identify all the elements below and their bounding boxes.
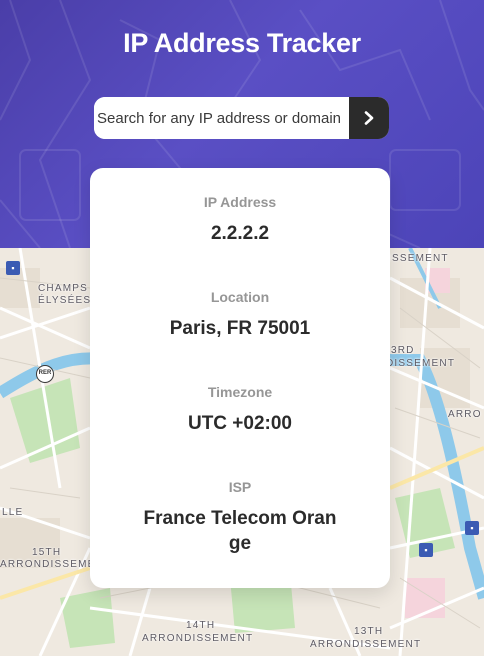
map-label-3rd-arrondissement: DISSEMENT <box>386 358 456 369</box>
metro-station-icon: ▪ <box>419 543 433 557</box>
ip-address-value: 2.2.2.2 <box>210 223 270 244</box>
rer-station-icon: RER <box>36 365 54 383</box>
chevron-right-icon <box>364 111 374 125</box>
search-input[interactable] <box>94 97 349 139</box>
timezone-label: Timezone <box>207 384 273 400</box>
map-label-14th-arrondissement: ARRONDISSEMENT <box>142 633 254 644</box>
map-label-arro: ARRO <box>448 409 482 420</box>
search-submit-button[interactable] <box>349 97 389 139</box>
location-value: Paris, FR 75001 <box>169 318 311 339</box>
map-label-champs: CHAMPS <box>38 283 88 294</box>
map-label-13th: 13TH <box>354 626 384 637</box>
map-label-13th-arrondissement: ARRONDISSEMENT <box>310 639 422 650</box>
map-label-lle: LLE <box>2 507 24 518</box>
metro-station-icon: ▪ <box>465 521 479 535</box>
page-title: IP Address Tracker <box>123 28 361 58</box>
map-label-issement: ISSEMENT <box>388 253 449 264</box>
timezone-value: UTC +02:00 <box>187 413 293 434</box>
search-bar <box>94 97 389 139</box>
ip-address-label: IP Address <box>203 194 277 210</box>
map-label-15th: 15TH <box>32 547 62 558</box>
map-label-3rd: 3RD <box>391 345 415 356</box>
isp-value: France Telecom Orange <box>143 508 337 554</box>
location-label: Location <box>210 289 270 305</box>
map-label-elysees: ÉLYSÉES <box>38 295 92 306</box>
ip-info-card: IP Address 2.2.2.2 Location Paris, FR 75… <box>90 168 390 588</box>
map-label-14th: 14TH <box>186 620 216 631</box>
isp-label: ISP <box>228 479 252 495</box>
metro-station-icon: ▪ <box>6 261 20 275</box>
